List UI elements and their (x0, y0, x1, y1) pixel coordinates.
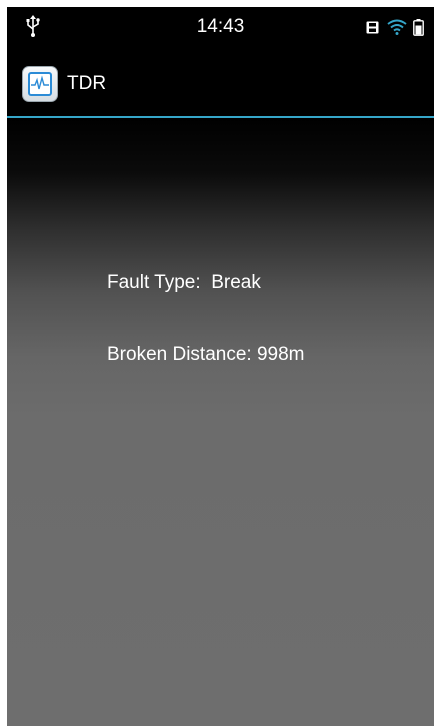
app-icon[interactable] (22, 66, 58, 102)
broken-distance-line: Broken Distance: 998m (107, 344, 305, 366)
fault-type-line: Fault Type: Break (107, 272, 261, 294)
device-screen: 14:43 TDR Fault Type: Break Broken Dista… (7, 7, 434, 726)
battery-icon (413, 19, 424, 36)
app-title: TDR (67, 73, 107, 94)
waveform-icon (28, 72, 52, 96)
fault-type-label: Fault Type: (107, 272, 201, 293)
status-bar: 14:43 (7, 7, 434, 51)
fault-type-value: Break (211, 272, 261, 293)
broken-distance-label: Broken Distance: (107, 344, 252, 365)
broken-distance-value: 998m (256, 344, 305, 365)
sd-card-icon (366, 21, 379, 34)
action-bar: TDR (7, 51, 434, 118)
result-panel: Fault Type: Break Broken Distance: 998m (7, 118, 434, 726)
battery-level (415, 25, 422, 35)
wifi-icon (387, 19, 407, 35)
